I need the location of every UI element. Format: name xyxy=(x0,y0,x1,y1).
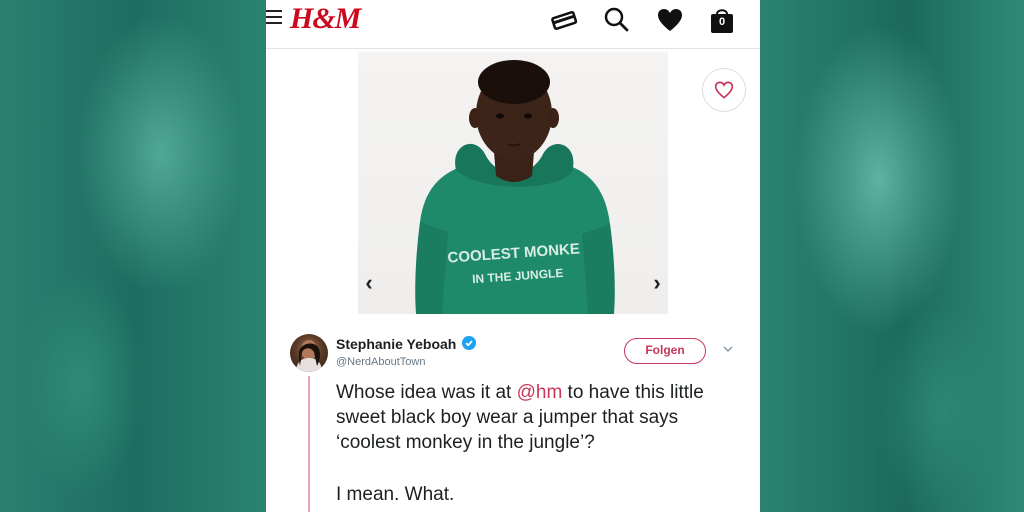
tweet-author-handle[interactable]: @NerdAboutTown xyxy=(336,356,425,368)
avatar-illustration xyxy=(296,340,322,372)
hm-logo[interactable]: H&M xyxy=(290,2,361,36)
app-header: H&M 0 xyxy=(266,0,760,49)
embedded-tweet: Stephanie Yeboah @NerdAboutTown Folgen W… xyxy=(266,316,760,512)
blurred-background-right xyxy=(760,0,1024,512)
favorite-button[interactable] xyxy=(702,68,746,112)
tweet-text-before: Whose idea was it at xyxy=(336,382,517,403)
hamburger-menu-icon[interactable] xyxy=(266,10,282,24)
avatar[interactable] xyxy=(290,334,328,372)
bag-count-badge: 0 xyxy=(718,16,726,28)
shopping-bag-button[interactable]: 0 xyxy=(708,6,736,34)
blurred-background-left xyxy=(0,0,268,512)
mention-link[interactable]: @hm xyxy=(517,382,563,403)
phone-screen: H&M 0 COOLEST MONKE IN THE JUNGLE ‹ › St… xyxy=(266,0,760,512)
verified-badge-icon xyxy=(462,336,476,350)
tweet-author-name[interactable]: Stephanie Yeboah xyxy=(336,336,456,352)
heart-outline-icon xyxy=(714,81,734,99)
chevron-down-icon[interactable] xyxy=(722,344,734,354)
product-photo-illustration: COOLEST MONKE IN THE JUNGLE xyxy=(415,60,615,314)
heart-icon[interactable] xyxy=(656,6,684,34)
tweet-text: Whose idea was it at @hm to have this li… xyxy=(336,380,746,455)
previous-image-chevron-icon[interactable]: ‹ xyxy=(358,270,380,296)
card-icon[interactable] xyxy=(550,6,578,34)
search-icon[interactable] xyxy=(602,6,630,34)
tweet-text-line2: I mean. What. xyxy=(336,484,455,505)
thread-line xyxy=(308,376,310,512)
product-image[interactable]: COOLEST MONKE IN THE JUNGLE xyxy=(358,52,668,314)
next-image-chevron-icon[interactable]: › xyxy=(646,270,668,296)
follow-button[interactable]: Folgen xyxy=(624,338,706,364)
